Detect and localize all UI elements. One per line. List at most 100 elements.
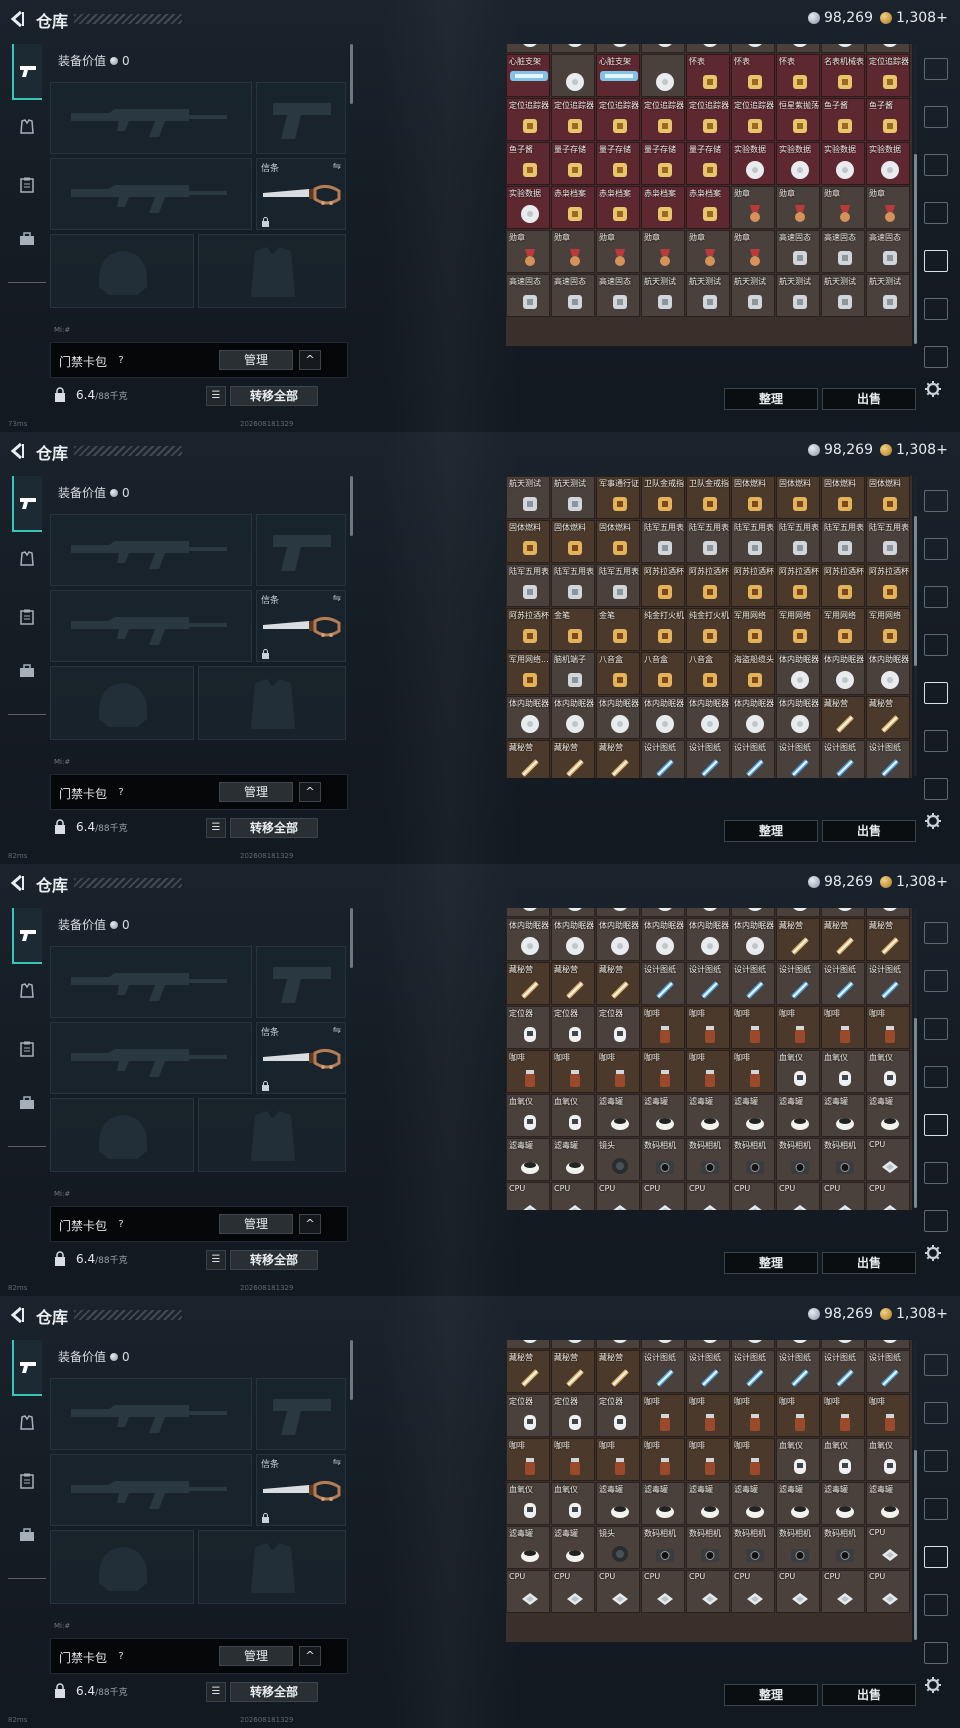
primary-weapon-slot[interactable] — [50, 1378, 252, 1450]
stash-item[interactable] — [686, 44, 730, 53]
stash-item[interactable]: 定位器 — [506, 1394, 550, 1437]
stash-item[interactable] — [866, 908, 910, 917]
stash-item[interactable]: 纯金打火机 — [686, 608, 730, 651]
stash-item[interactable]: 咖啡 — [641, 1050, 685, 1093]
transfer-all-button[interactable]: 转移全部 — [230, 386, 318, 406]
back-arrow-icon[interactable] — [10, 874, 26, 892]
stash-item[interactable]: 阿苏拉酒杯 — [686, 564, 730, 607]
stash-item[interactable]: 滤毒罐 — [686, 1094, 730, 1137]
stash-item[interactable]: 航天测试 — [551, 476, 595, 519]
stash-item[interactable]: 咖啡 — [731, 1394, 775, 1437]
storage-tab[interactable] — [924, 1594, 948, 1616]
stash-item[interactable]: 高速固态 — [506, 274, 550, 317]
helmet-slot[interactable] — [50, 1098, 194, 1172]
melee-slot[interactable]: 信条 ⇋ — [256, 590, 346, 662]
storage-tab[interactable] — [924, 1114, 948, 1136]
stash-item[interactable]: 定位追踪器 — [641, 98, 685, 141]
tab-armor[interactable] — [12, 112, 42, 142]
collapse-button[interactable]: ^ — [299, 1646, 321, 1666]
stash-item[interactable]: CPU — [551, 1182, 595, 1210]
stash-item[interactable]: 卫队金戒指 — [686, 476, 730, 519]
equipment-scrollbar[interactable] — [350, 908, 353, 968]
stash-item[interactable] — [551, 908, 595, 917]
stash-item[interactable]: 设计图纸 — [776, 1350, 820, 1393]
stash-item[interactable]: 鱼子酱 — [821, 98, 865, 141]
sell-button[interactable]: 出售 — [822, 388, 916, 410]
stash-item[interactable]: 血氧仪 — [821, 1050, 865, 1093]
stash-item[interactable] — [641, 44, 685, 53]
gold-currency[interactable]: 1,308+ — [880, 874, 948, 890]
stash-item[interactable]: 数码相机 — [731, 1138, 775, 1181]
stash-item[interactable]: 阿苏拉酒杯 — [776, 564, 820, 607]
stash-item[interactable]: 金笔 — [551, 608, 595, 651]
storage-tab[interactable] — [924, 1642, 948, 1664]
stash-item[interactable]: 赤枭档案 — [641, 186, 685, 229]
stash-item[interactable]: 咖啡 — [776, 1394, 820, 1437]
secondary-weapon-slot[interactable] — [256, 82, 346, 154]
stash-item[interactable]: 固体燃料 — [551, 520, 595, 563]
stash-item[interactable]: 阿苏拉酒杯 — [506, 608, 550, 651]
storage-tab[interactable] — [924, 682, 948, 704]
armor-slot[interactable] — [198, 1530, 346, 1604]
stash-item[interactable]: 航天测试 — [821, 274, 865, 317]
stash-item[interactable]: 镜头 — [596, 1138, 640, 1181]
stash-item[interactable]: 设计图纸 — [776, 740, 820, 778]
back-arrow-icon[interactable] — [10, 1306, 26, 1324]
stash-item[interactable]: 军用网络... — [506, 652, 550, 695]
stash-scrollbar[interactable] — [914, 1340, 917, 1640]
stash-item[interactable]: 血氧仪 — [821, 1438, 865, 1481]
sell-button[interactable]: 出售 — [822, 1252, 916, 1274]
storage-tab[interactable] — [924, 1546, 948, 1568]
storage-tab[interactable] — [924, 202, 948, 224]
stash-item[interactable]: 海盗船缆头 — [731, 652, 775, 695]
storage-tab[interactable] — [924, 586, 948, 608]
stash-item[interactable]: 设计图纸 — [731, 740, 775, 778]
stash-item[interactable]: 定位追踪器 — [551, 98, 595, 141]
stash-item[interactable]: CPU — [776, 1570, 820, 1613]
stash-grid[interactable]: 藏秘营 藏秘营 藏秘营 设计图纸 设计图纸 设计图纸 设计图纸 设计图纸 设计图纸 定位器 定位器 定… — [506, 1340, 912, 1642]
stash-item[interactable]: 陆军五用表 — [821, 520, 865, 563]
stash-item[interactable]: 藏秘营 — [596, 1350, 640, 1393]
stash-item[interactable]: 滤毒罐 — [731, 1094, 775, 1137]
tab-quests[interactable] — [12, 602, 42, 632]
melee-slot[interactable]: 信条 ⇋ — [256, 1454, 346, 1526]
storage-tab[interactable] — [924, 730, 948, 752]
stash-item[interactable]: 高速固态 — [866, 230, 910, 273]
stash-item[interactable]: 航天测试 — [776, 274, 820, 317]
transfer-all-button[interactable]: 转移全部 — [230, 1250, 318, 1270]
stash-item[interactable]: CPU — [731, 1182, 775, 1210]
storage-tab[interactable] — [924, 1162, 948, 1184]
stash-item[interactable]: 陆军五用表 — [686, 520, 730, 563]
collapse-button[interactable]: ^ — [299, 350, 321, 370]
back-arrow-icon[interactable] — [10, 10, 26, 28]
stash-item[interactable]: 陆军五用表 — [551, 564, 595, 607]
stash-item[interactable]: 数码相机 — [821, 1138, 865, 1181]
stash-item[interactable]: 陆军五用表 — [641, 520, 685, 563]
storage-tab[interactable] — [924, 1450, 948, 1472]
stash-item[interactable]: 滤毒罐 — [866, 1482, 910, 1525]
manage-button[interactable]: 管理 — [219, 1646, 293, 1666]
stash-item[interactable]: CPU — [866, 1138, 910, 1181]
stash-item[interactable]: 血氧仪 — [776, 1050, 820, 1093]
stash-item[interactable]: 滤毒罐 — [506, 1138, 550, 1181]
stash-item[interactable]: 滤毒罐 — [821, 1482, 865, 1525]
stash-item[interactable]: 怀表 — [686, 54, 730, 97]
equipment-scrollbar[interactable] — [350, 476, 353, 536]
stash-item[interactable]: 体内助眠器 — [641, 918, 685, 961]
stash-item[interactable] — [506, 44, 550, 53]
stash-item[interactable]: 咖啡 — [641, 1394, 685, 1437]
stash-item[interactable]: CPU — [776, 1182, 820, 1210]
storage-tab[interactable] — [924, 106, 948, 128]
stash-item[interactable] — [641, 54, 685, 97]
equipment-scrollbar[interactable] — [350, 1340, 353, 1400]
stash-item[interactable]: 勋章 — [776, 186, 820, 229]
stash-item[interactable]: 固体燃料 — [596, 520, 640, 563]
stash-item[interactable]: 咖啡 — [641, 1006, 685, 1049]
storage-tab[interactable] — [924, 970, 948, 992]
stash-item[interactable]: 陆军五用表 — [866, 520, 910, 563]
collapse-button[interactable]: ^ — [299, 1214, 321, 1234]
stash-item[interactable]: 量子存储 — [596, 142, 640, 185]
stash-item[interactable]: 设计图纸 — [731, 962, 775, 1005]
primary-weapon-slot[interactable] — [50, 514, 252, 586]
stash-item[interactable]: 体内助眠器 — [596, 918, 640, 961]
